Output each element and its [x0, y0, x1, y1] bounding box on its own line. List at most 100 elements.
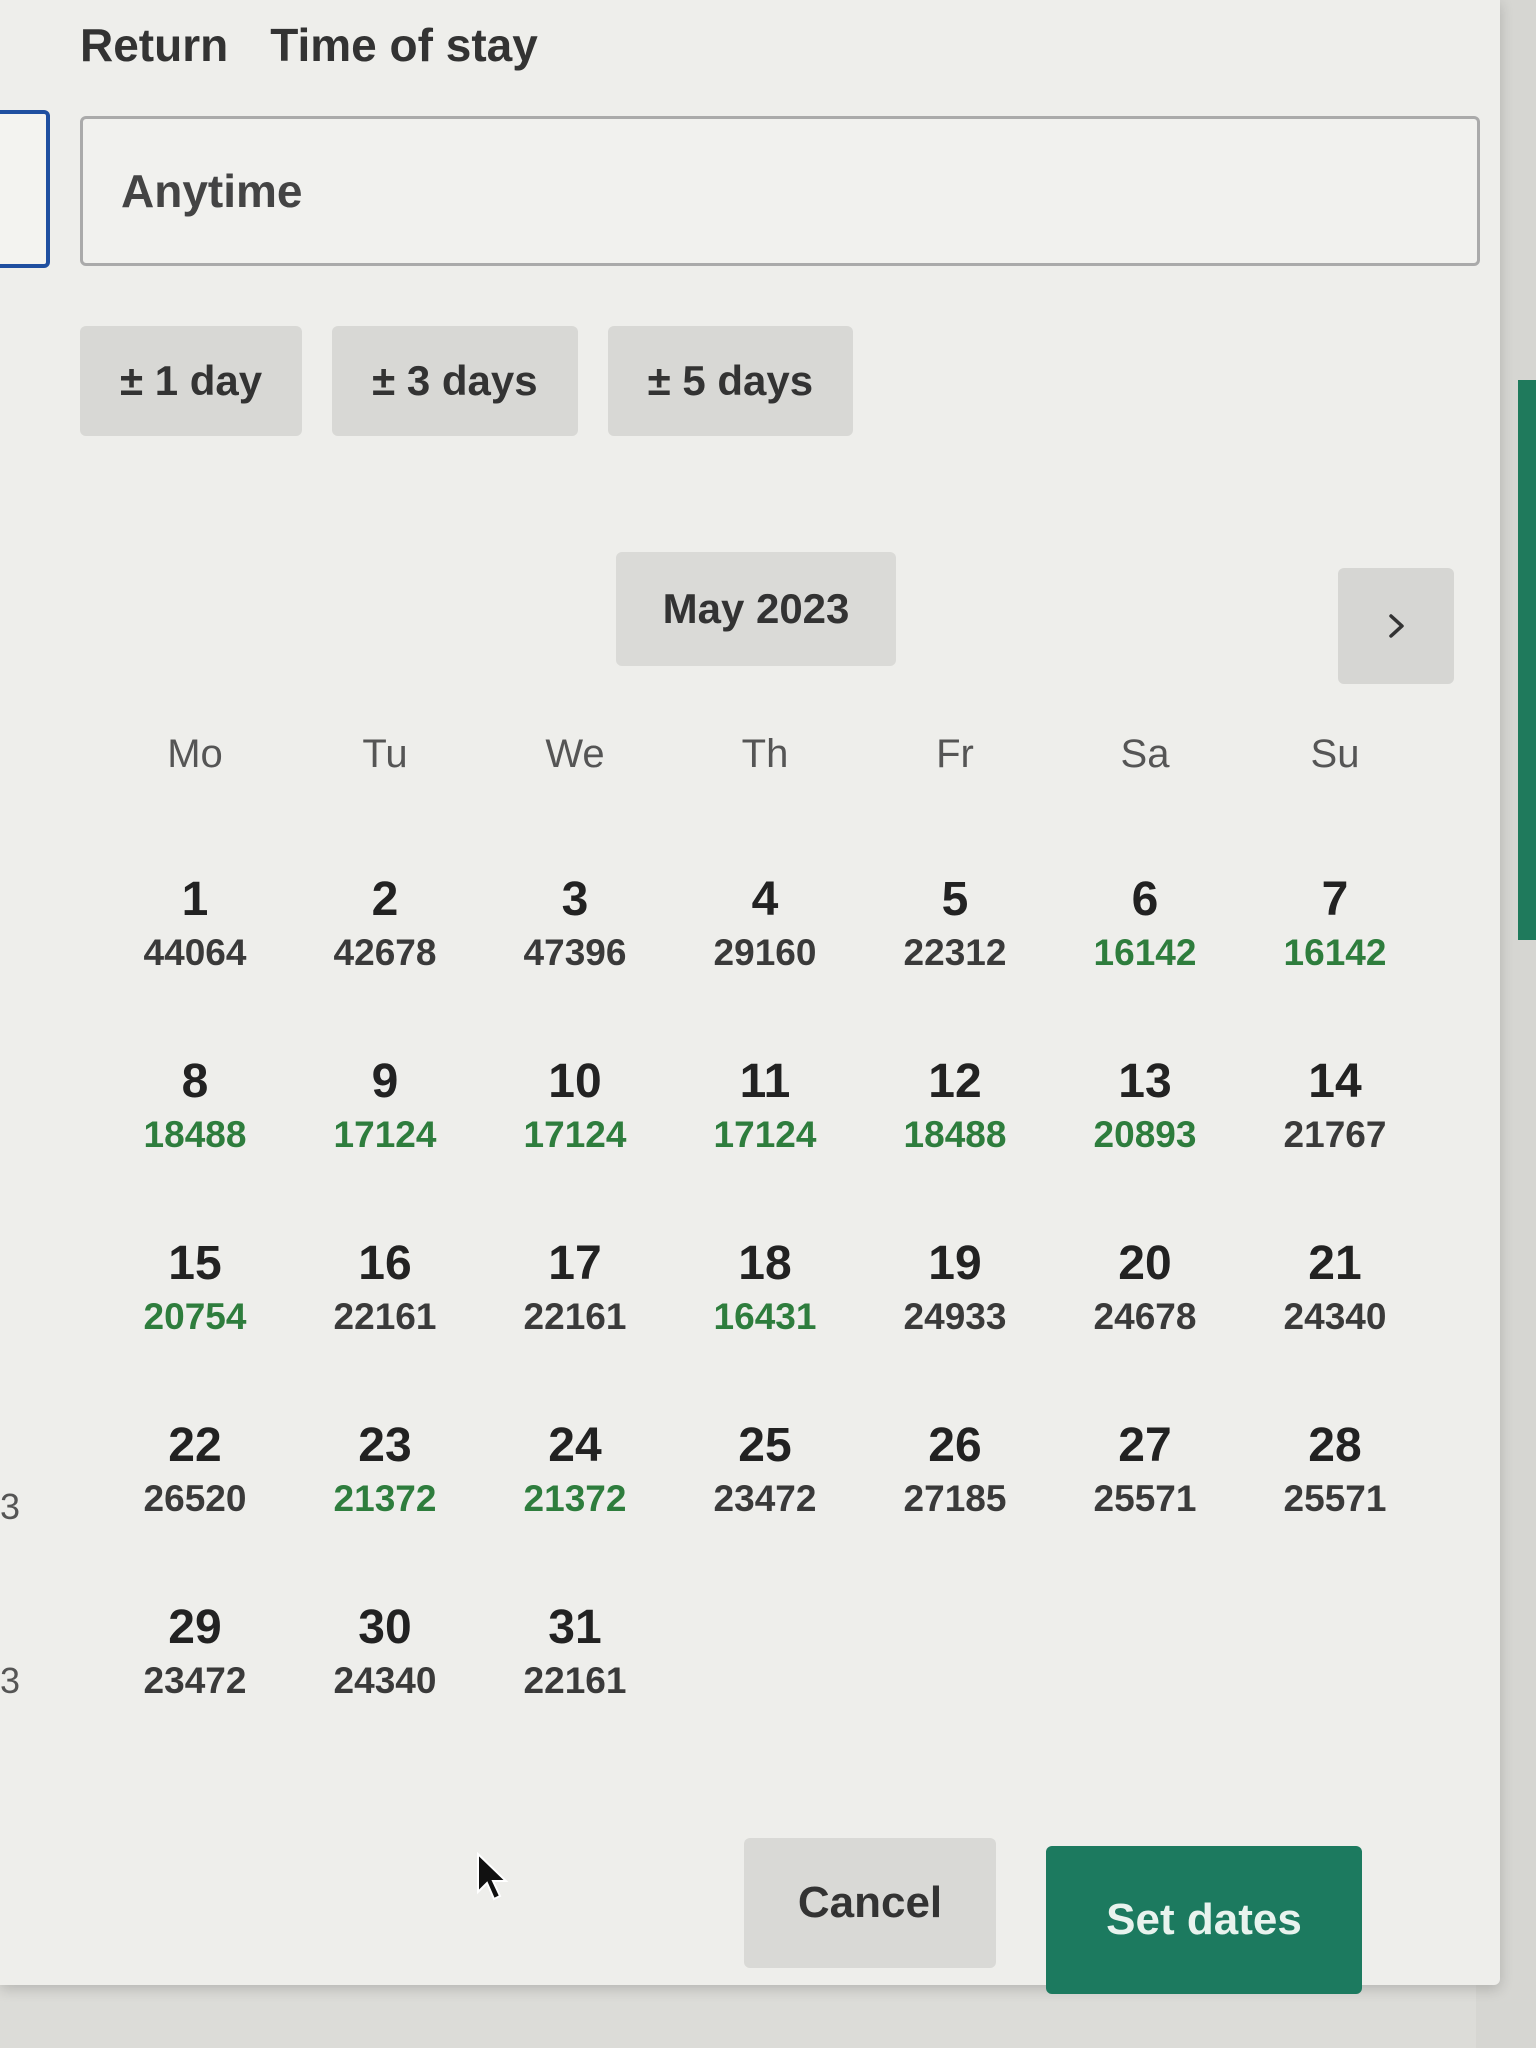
day-number: 29: [168, 1601, 222, 1654]
calendar-day-cell[interactable]: 22 26520: [100, 1418, 290, 1528]
day-number: 7: [1321, 873, 1349, 926]
day-price: 20754: [143, 1296, 247, 1337]
calendar-day-cell[interactable]: 26 27185: [860, 1418, 1050, 1528]
day-number: 15: [168, 1237, 222, 1290]
mouse-cursor-icon: [477, 1852, 509, 1901]
day-price: 21372: [523, 1478, 627, 1519]
day-price: 27185: [903, 1478, 1007, 1519]
chip-plus-minus-5-days[interactable]: ± 5 days: [607, 326, 854, 436]
calendar-day-cell[interactable]: 19 24933: [860, 1236, 1050, 1346]
calendar-day-cell[interactable]: 9 17124: [290, 1054, 480, 1164]
day-number: 8: [181, 1055, 209, 1108]
calendar-day-cell[interactable]: 31 22161: [480, 1600, 670, 1710]
edge-text-fragment: 3: [0, 1660, 21, 1701]
day-number: 3: [561, 873, 589, 926]
day-number: 2: [371, 873, 399, 926]
day-price: 17124: [523, 1114, 627, 1155]
day-price: 25571: [1283, 1478, 1387, 1519]
calendar-day-cell[interactable]: 20 24678: [1050, 1236, 1240, 1346]
day-number: 6: [1131, 873, 1159, 926]
set-dates-button[interactable]: Set dates: [1046, 1846, 1362, 1994]
day-price: 21767: [1283, 1114, 1387, 1155]
calendar-day-cell[interactable]: 1 44064: [100, 872, 290, 982]
calendar-day-cell[interactable]: 27 25571: [1050, 1418, 1240, 1528]
calendar-day-cell[interactable]: 30 24340: [290, 1600, 480, 1710]
tab-time-of-stay[interactable]: Time of stay: [270, 18, 538, 72]
day-price: 26520: [143, 1478, 247, 1519]
day-price: 16142: [1093, 932, 1197, 973]
day-price: 17124: [333, 1114, 437, 1155]
day-price: 16142: [1283, 932, 1387, 973]
calendar-day-cell[interactable]: 13 20893: [1050, 1054, 1240, 1164]
edge-text-fragment: 3: [0, 1486, 21, 1527]
cancel-button[interactable]: Cancel: [744, 1838, 996, 1968]
day-price: 18488: [143, 1114, 247, 1155]
day-price: 24678: [1093, 1296, 1197, 1337]
day-number: 9: [371, 1055, 399, 1108]
day-price: 23472: [143, 1660, 247, 1701]
day-price: 47396: [523, 932, 627, 973]
calendar-day-cell[interactable]: 5 22312: [860, 872, 1050, 982]
day-number: 14: [1308, 1055, 1362, 1108]
calendar-day-cell[interactable]: 25 23472: [670, 1418, 860, 1528]
chip-plus-minus-1-day[interactable]: ± 1 day: [80, 326, 303, 436]
day-price: 42678: [333, 932, 437, 973]
calendar-day-cell[interactable]: 18 16431: [670, 1236, 860, 1346]
day-number: 30: [358, 1601, 412, 1654]
calendar-day-cell[interactable]: 24 21372: [480, 1418, 670, 1528]
day-price: 16431: [713, 1296, 817, 1337]
calendar-day-cell[interactable]: 8 18488: [100, 1054, 290, 1164]
day-price: 22161: [333, 1296, 437, 1337]
day-price: 44064: [143, 932, 247, 973]
calendar-day-cell[interactable]: 4 29160: [670, 872, 860, 982]
day-number: 28: [1308, 1419, 1362, 1472]
day-price: 21372: [333, 1478, 437, 1519]
calendar-day-cell[interactable]: 10 17124: [480, 1054, 670, 1164]
day-number: 25: [738, 1419, 792, 1472]
return-date-input[interactable]: [80, 116, 1480, 266]
day-price: 23472: [713, 1478, 817, 1519]
day-price: 18488: [903, 1114, 1007, 1155]
day-number: 4: [751, 873, 779, 926]
calendar-day-cell[interactable]: 29 23472: [100, 1600, 290, 1710]
day-price: 24340: [1283, 1296, 1387, 1337]
calendar-day-cell[interactable]: 28 25571: [1240, 1418, 1430, 1528]
day-number: 22: [168, 1419, 222, 1472]
calendar-day-cell[interactable]: 14 21767: [1240, 1054, 1430, 1164]
tab-return[interactable]: Return: [80, 18, 228, 72]
weekday-label: Fr: [936, 732, 974, 776]
day-number: 31: [548, 1601, 602, 1654]
weekday-label: We: [545, 732, 605, 776]
day-price: 22161: [523, 1296, 627, 1337]
day-number: 16: [358, 1237, 412, 1290]
next-month-button[interactable]: [1338, 568, 1454, 684]
calendar-day-cell[interactable]: 7 16142: [1240, 872, 1430, 982]
month-label[interactable]: May 2023: [616, 552, 896, 666]
background-accent-bar: [1518, 380, 1536, 940]
day-price: 22161: [523, 1660, 627, 1701]
calendar-day-cell[interactable]: 15 20754: [100, 1236, 290, 1346]
date-mode-tabs: Return Time of stay: [80, 18, 538, 72]
calendar-day-cell[interactable]: 16 22161: [290, 1236, 480, 1346]
calendar-day-cell[interactable]: 23 21372: [290, 1418, 480, 1528]
day-number: 20: [1118, 1237, 1172, 1290]
day-number: 18: [738, 1237, 792, 1290]
calendar-day-cell[interactable]: 17 22161: [480, 1236, 670, 1346]
calendar-day-cell[interactable]: 21 24340: [1240, 1236, 1430, 1346]
day-number: 21: [1308, 1237, 1362, 1290]
day-number: 10: [548, 1055, 602, 1108]
calendar-day-cell[interactable]: 12 18488: [860, 1054, 1050, 1164]
calendar-day-cell[interactable]: 2 42678: [290, 872, 480, 982]
calendar-day-cell[interactable]: 3 47396: [480, 872, 670, 982]
chip-plus-minus-3-days[interactable]: ± 3 days: [332, 326, 578, 436]
calendar-day-cell[interactable]: 11 17124: [670, 1054, 860, 1164]
day-number: 27: [1118, 1419, 1172, 1472]
weekday-label: Su: [1310, 732, 1360, 776]
departure-field-edge[interactable]: [0, 110, 50, 268]
day-price: 22312: [903, 932, 1007, 973]
day-price: 17124: [713, 1114, 817, 1155]
weekday-header: Mo Tu We Th Fr Sa Su: [100, 732, 1430, 777]
day-number: 12: [928, 1055, 982, 1108]
day-number: 23: [358, 1419, 412, 1472]
calendar-day-cell[interactable]: 6 16142: [1050, 872, 1240, 982]
